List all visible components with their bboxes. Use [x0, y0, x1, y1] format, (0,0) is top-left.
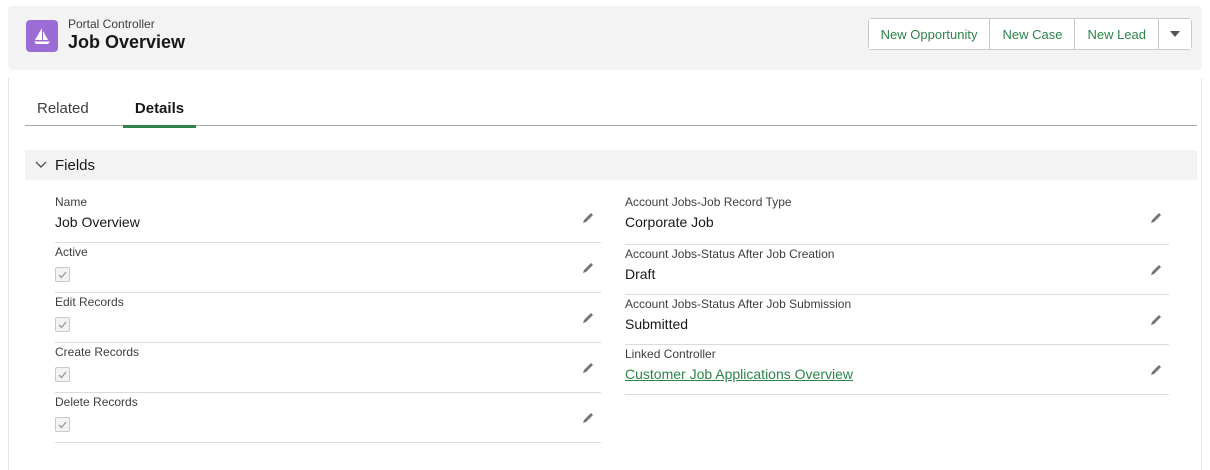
field-active: Active [55, 243, 601, 293]
linked-controller-link[interactable]: Customer Job Applications Overview [625, 366, 853, 382]
new-case-button[interactable]: New Case [990, 19, 1076, 49]
check-icon [58, 371, 67, 378]
pencil-icon[interactable] [1149, 211, 1163, 225]
chevron-down-icon [1170, 31, 1180, 37]
field-linked-controller: Linked Controller Customer Job Applicati… [625, 345, 1169, 395]
field-label: Name [55, 195, 88, 209]
pencil-icon[interactable] [581, 411, 595, 425]
sailboat-icon [26, 20, 58, 52]
field-label: Account Jobs-Status After Job Submission [625, 297, 852, 311]
check-icon [58, 271, 67, 278]
pencil-icon[interactable] [1149, 363, 1163, 377]
record-detail-card: Related Details Fields Name Job Overview… [8, 78, 1202, 470]
field-name: Name Job Overview [55, 193, 601, 243]
active-tab-indicator [123, 125, 196, 128]
field-label: Active [55, 245, 88, 259]
checkbox-checked [55, 267, 70, 282]
field-label: Delete Records [55, 395, 138, 409]
field-label: Linked Controller [625, 347, 716, 361]
field-label: Edit Records [55, 295, 124, 309]
field-value: Draft [625, 266, 656, 282]
field-value: Submitted [625, 316, 689, 332]
checkbox-checked [55, 367, 70, 382]
record-header: Portal Controller Job Overview New Oppor… [8, 6, 1202, 70]
field-label: Create Records [55, 345, 140, 359]
record-title: Job Overview [68, 32, 186, 52]
new-lead-button[interactable]: New Lead [1075, 19, 1159, 49]
chevron-down-icon [35, 161, 47, 169]
field-value: Job Overview [55, 214, 140, 230]
check-icon [58, 321, 67, 328]
field-status-after-submission: Account Jobs-Status After Job Submission… [625, 295, 1169, 345]
field-value: Corporate Job [625, 214, 714, 230]
new-opportunity-button[interactable]: New Opportunity [868, 19, 991, 49]
checkbox-checked [55, 317, 70, 332]
pencil-icon[interactable] [581, 311, 595, 325]
tab-details[interactable]: Details [123, 100, 196, 128]
pencil-icon[interactable] [581, 361, 595, 375]
field-status-after-creation: Account Jobs-Status After Job Creation D… [625, 245, 1169, 295]
pencil-icon[interactable] [581, 211, 595, 225]
section-title: Fields [55, 156, 96, 174]
object-label: Portal Controller [68, 17, 155, 31]
field-create-records: Create Records [55, 343, 601, 393]
pencil-icon[interactable] [1149, 313, 1163, 327]
field-job-record-type: Account Jobs-Job Record Type Corporate J… [625, 193, 1169, 245]
more-actions-button[interactable] [1159, 19, 1191, 49]
section-fields-header[interactable]: Fields [25, 150, 1197, 180]
pencil-icon[interactable] [1149, 263, 1163, 277]
tab-bar: Related Details [25, 100, 1197, 128]
field-edit-records: Edit Records [55, 293, 601, 343]
field-delete-records: Delete Records [55, 393, 601, 443]
field-label: Account Jobs-Status After Job Creation [625, 247, 835, 261]
tab-related[interactable]: Related [37, 100, 89, 126]
pencil-icon[interactable] [581, 261, 595, 275]
tab-details-label: Details [134, 100, 185, 117]
action-button-group: New Opportunity New Case New Lead [867, 18, 1192, 50]
check-icon [58, 421, 67, 428]
field-label: Account Jobs-Job Record Type [625, 195, 792, 209]
checkbox-checked [55, 417, 70, 432]
